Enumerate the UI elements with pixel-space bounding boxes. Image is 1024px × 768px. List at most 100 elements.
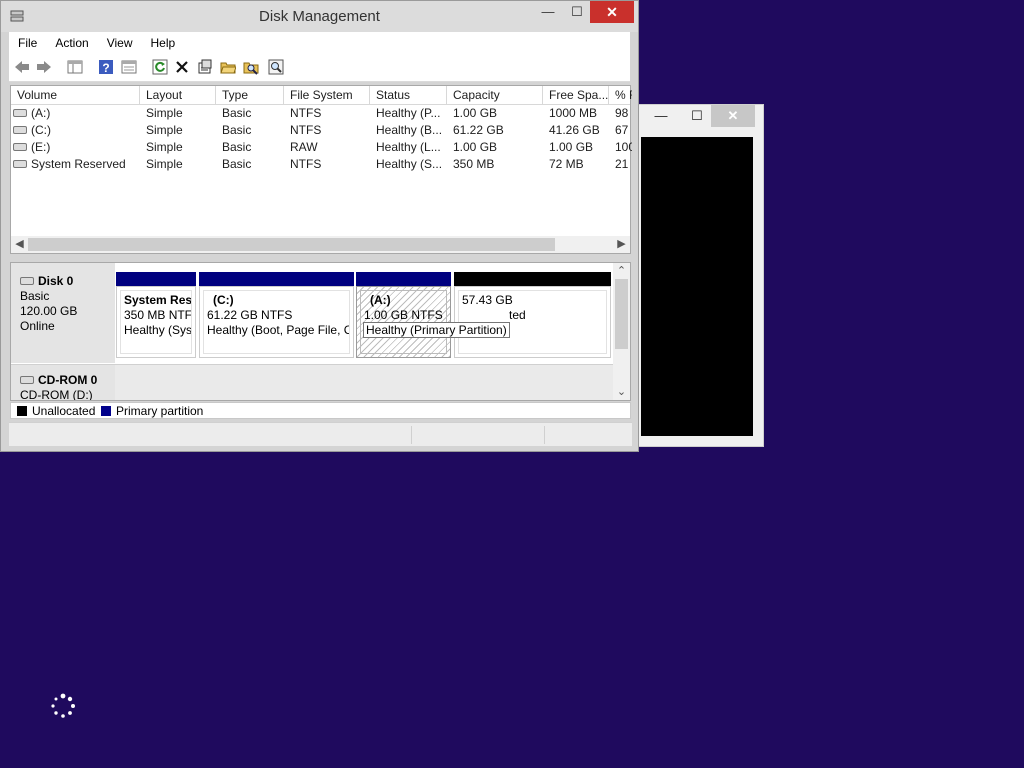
partition-band-c (199, 272, 354, 286)
volume-cell: (C:) (13, 122, 138, 139)
free-space-cell: 1.00 GB (549, 140, 594, 154)
partition-band-unallocated (454, 272, 611, 286)
status-cell: Healthy (S... (376, 157, 443, 171)
type-cell: Basic (222, 157, 252, 171)
open-icon[interactable] (219, 59, 237, 75)
percent-free-cell: 100 (615, 140, 632, 154)
properties-pane-icon[interactable] (120, 59, 138, 75)
table-row[interactable]: (E:) Simple Basic RAW Healthy (L... 1.00… (11, 139, 632, 156)
vertical-scrollbar[interactable]: ⌃ ⌄ (613, 263, 630, 400)
maximize-button[interactable]: ☐ (681, 105, 713, 127)
scroll-down-icon[interactable]: ⌄ (613, 384, 630, 400)
partition-tooltip: Healthy (Primary Partition) (363, 322, 510, 338)
column-header-percent-free[interactable]: % F (609, 86, 632, 104)
svg-text:?: ? (102, 61, 109, 75)
hard-disk-icon (20, 276, 34, 285)
menu-bar: File Action View Help (9, 32, 630, 55)
capacity-cell: 1.00 GB (453, 106, 498, 120)
table-row[interactable]: (C:) Simple Basic NTFS Healthy (B... 61.… (11, 122, 630, 139)
cdrom-0-label[interactable]: CD-ROM 0 CD-ROM (D:) (11, 365, 115, 400)
cdrom-icon (20, 375, 34, 384)
table-row[interactable]: (A:) Simple Basic NTFS Healthy (P... 1.0… (11, 105, 630, 122)
disk-map: Disk 0 Basic 120.00 GB Online System Res… (10, 262, 631, 401)
column-header-capacity[interactable]: Capacity (447, 86, 543, 104)
column-header-free-space[interactable]: Free Spa... (543, 86, 609, 104)
scrollbar-thumb[interactable] (28, 238, 555, 251)
close-button[interactable]: ✕ (590, 1, 634, 23)
scroll-right-icon[interactable]: ▶ (613, 236, 630, 253)
type-cell: Basic (222, 123, 252, 137)
disk-management-window: Disk Management — ☐ ✕ File Action View Help… (0, 0, 639, 452)
file-system-cell: NTFS (290, 106, 322, 120)
rescan-disks-icon[interactable] (267, 59, 285, 75)
maximize-button[interactable]: ☐ (561, 1, 593, 23)
free-space-cell: 72 MB (549, 157, 584, 171)
file-system-cell: NTFS (290, 123, 322, 137)
column-header-status[interactable]: Status (370, 86, 447, 104)
close-button[interactable]: ✕ (711, 105, 755, 127)
show-hide-console-tree-icon[interactable] (66, 59, 84, 75)
background-window[interactable]: — ☐ ✕ (636, 104, 764, 447)
legend-label-unallocated: Unallocated (32, 404, 96, 418)
capacity-cell: 1.00 GB (453, 140, 498, 154)
partition-band-a (356, 272, 451, 286)
menu-view[interactable]: View (98, 32, 142, 50)
status-cell: Healthy (B... (376, 123, 443, 137)
drive-icon (13, 108, 27, 117)
title-bar[interactable]: Disk Management — ☐ ✕ (1, 1, 638, 32)
drive-icon (13, 125, 27, 134)
legend-label-primary: Primary partition (116, 404, 204, 418)
scroll-up-icon[interactable]: ⌃ (613, 263, 630, 279)
horizontal-scrollbar[interactable]: ◀ ▶ (11, 236, 630, 253)
layout-cell: Simple (146, 123, 183, 137)
status-bar (9, 422, 632, 446)
column-header-layout[interactable]: Layout (140, 86, 216, 104)
toolbar: ? (9, 54, 630, 82)
delete-icon[interactable] (173, 59, 191, 75)
type-cell: Basic (222, 140, 252, 154)
minimize-button[interactable]: — (645, 105, 677, 127)
column-header-file-system[interactable]: File System (284, 86, 370, 104)
column-header-volume[interactable]: Volume (11, 86, 140, 104)
menu-file[interactable]: File (9, 32, 46, 50)
percent-free-cell: 21 (615, 157, 629, 171)
partition-band-system-reserved (116, 272, 196, 286)
status-cell: Healthy (L... (376, 140, 441, 154)
background-window-titlebar[interactable]: — ☐ ✕ (637, 105, 763, 129)
drive-icon (13, 159, 27, 168)
volume-cell: System Reserved (13, 156, 138, 173)
partition-system-reserved[interactable]: System Rese 350 MB NTFS Healthy (Syst (116, 286, 196, 358)
partition-c[interactable]: (C:) 61.22 GB NTFS Healthy (Boot, Page F… (199, 286, 354, 358)
percent-free-cell: 98 (615, 106, 629, 120)
layout-cell: Simple (146, 106, 183, 120)
loading-spinner-icon (51, 693, 75, 718)
file-system-cell: NTFS (290, 157, 322, 171)
legend-swatch-unallocated (17, 406, 27, 416)
help-icon[interactable]: ? (97, 59, 115, 75)
volume-list-header: Volume Layout Type File System Status Ca… (11, 86, 632, 105)
properties-icon[interactable] (196, 59, 214, 75)
status-cell: Healthy (P... (376, 106, 441, 120)
legend-swatch-primary (101, 406, 111, 416)
capacity-cell: 61.22 GB (453, 123, 504, 137)
scrollbar-thumb[interactable] (615, 279, 628, 349)
table-row[interactable]: System Reserved Simple Basic NTFS Health… (11, 156, 630, 173)
refresh-icon[interactable] (151, 59, 169, 75)
scroll-left-icon[interactable]: ◀ (11, 236, 28, 253)
file-system-cell: RAW (290, 140, 318, 154)
menu-action[interactable]: Action (46, 32, 97, 50)
explore-icon[interactable] (242, 59, 260, 75)
capacity-cell: 350 MB (453, 157, 495, 171)
disk-0-label[interactable]: Disk 0 Basic 120.00 GB Online (11, 263, 115, 363)
layout-cell: Simple (146, 140, 183, 154)
menu-help[interactable]: Help (142, 32, 185, 50)
volume-list[interactable]: Volume Layout Type File System Status Ca… (10, 85, 632, 254)
type-cell: Basic (222, 106, 252, 120)
layout-cell: Simple (146, 157, 183, 171)
column-header-type[interactable]: Type (216, 86, 284, 104)
forward-icon[interactable] (35, 59, 53, 75)
legend: Unallocated Primary partition (10, 402, 631, 419)
free-space-cell: 41.26 GB (549, 123, 600, 137)
back-icon[interactable] (13, 59, 31, 75)
minimize-button[interactable]: — (531, 1, 565, 23)
